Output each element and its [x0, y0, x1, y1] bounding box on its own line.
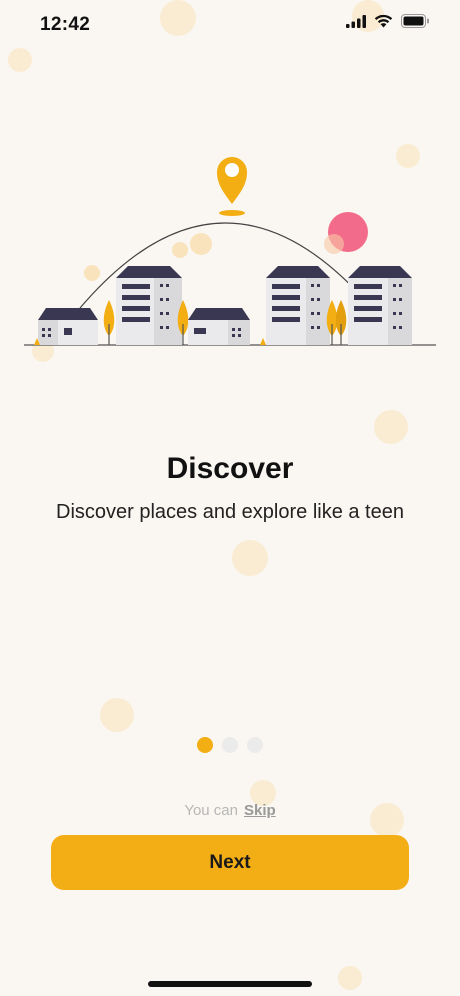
bokeh-decoration [374, 410, 408, 444]
bokeh-decoration [8, 48, 32, 72]
next-button[interactable]: Next [51, 835, 409, 890]
battery-icon [401, 14, 430, 28]
page-indicator [0, 737, 460, 753]
location-pin-icon [217, 157, 247, 216]
onboarding-subtitle: Discover places and explore like a teen [56, 501, 404, 523]
home-indicator[interactable] [148, 981, 312, 987]
skip-prefix: You can [184, 802, 238, 819]
page-dot-2[interactable] [222, 737, 238, 753]
wifi-icon [374, 14, 393, 28]
bokeh-decoration [338, 966, 362, 990]
status-icons [346, 14, 430, 28]
status-time: 12:42 [40, 14, 91, 35]
onboarding-title: Discover [166, 452, 294, 485]
skip-link[interactable]: Skip [244, 802, 276, 819]
bokeh-decoration [232, 540, 268, 576]
skip-row: You can Skip [0, 802, 460, 819]
bokeh-decoration [100, 698, 134, 732]
status-bar: 12:42 [0, 0, 460, 50]
city-location-illustration [20, 148, 440, 353]
page-dot-3[interactable] [247, 737, 263, 753]
page-dot-1[interactable] [197, 737, 213, 753]
signal-icon [346, 14, 366, 28]
